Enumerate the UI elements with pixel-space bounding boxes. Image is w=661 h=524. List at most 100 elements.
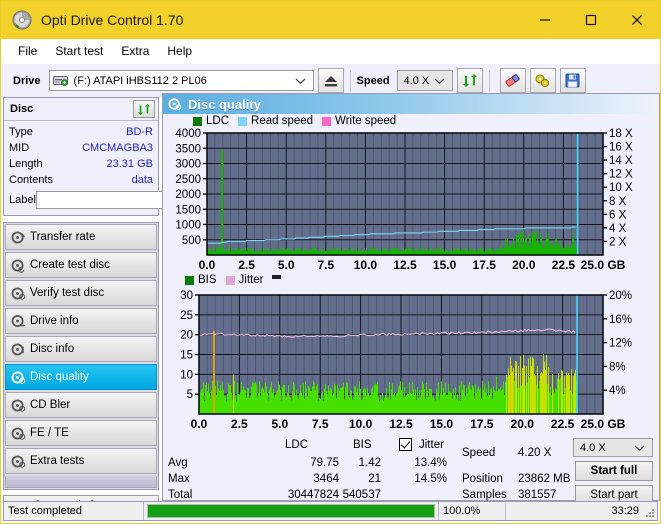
sidebar-item-label: Disc info bbox=[30, 343, 75, 355]
svg-text:17.5: 17.5 bbox=[473, 258, 497, 271]
legend-swatch-bis bbox=[185, 275, 194, 285]
sidebar-item-drive-info[interactable]: Drive info bbox=[5, 308, 157, 334]
svg-text:7.5: 7.5 bbox=[312, 417, 329, 431]
sidebar-item-label: CD Bler bbox=[30, 399, 71, 411]
drive-info-icon bbox=[6, 314, 30, 329]
sidebar-item-cd-bler[interactable]: CD Bler bbox=[5, 392, 157, 418]
sidebar-item-verify-test-disc[interactable]: Verify test disc bbox=[5, 280, 157, 306]
disc-row-length: Length 23.31 GB bbox=[9, 156, 153, 172]
sidebar-item-label: Create test disc bbox=[30, 259, 110, 271]
svg-text:20: 20 bbox=[180, 330, 193, 342]
title-bar: Opti Drive Control 1.70 bbox=[1, 1, 660, 39]
svg-text:2 X: 2 X bbox=[609, 236, 627, 248]
svg-text:4%: 4% bbox=[609, 385, 626, 397]
settings-button[interactable] bbox=[529, 68, 556, 93]
svg-text:15: 15 bbox=[180, 350, 193, 362]
bottom-chart: 5 10 15 20 25 30 4% 8% 12% 16% 20% 0.0 2.5 5.0 7.5 10.0… bbox=[163, 287, 659, 435]
stats-samples-label: Samples bbox=[462, 489, 507, 501]
save-button[interactable] bbox=[559, 68, 586, 93]
disc-info-icon bbox=[6, 342, 30, 357]
page-title: Disc quality bbox=[188, 96, 261, 112]
sidebar-item-create-test-disc[interactable]: Create test disc bbox=[5, 252, 157, 278]
maximize-button[interactable] bbox=[568, 1, 614, 39]
stats-max-ldc: 3464 bbox=[313, 473, 339, 485]
speed-select[interactable]: 4.0 X bbox=[396, 70, 453, 91]
disc-row-value: data bbox=[131, 174, 153, 186]
sidebar-item-transfer-rate[interactable]: Transfer rate bbox=[5, 224, 157, 250]
menu-help[interactable]: Help bbox=[158, 41, 201, 61]
svg-text:20.0: 20.0 bbox=[511, 417, 535, 431]
eject-button[interactable] bbox=[317, 68, 344, 93]
jitter-checkbox[interactable] bbox=[399, 438, 412, 454]
sidebar-item-label: Transfer rate bbox=[30, 231, 96, 243]
menu-start-test[interactable]: Start test bbox=[46, 41, 112, 61]
window-controls bbox=[522, 1, 660, 39]
svg-text:5.0: 5.0 bbox=[271, 417, 288, 431]
disc-row-key: Contents bbox=[9, 174, 54, 186]
drive-select[interactable]: (F:) ATAPI iHBS112 2 PL06 bbox=[48, 70, 314, 91]
sidebar-item-disc-info[interactable]: Disc info bbox=[5, 336, 157, 362]
legend-label-write-speed: Write speed bbox=[335, 115, 397, 127]
menu-extra[interactable]: Extra bbox=[112, 41, 158, 61]
fe-te-icon bbox=[6, 426, 30, 441]
svg-text:15.0: 15.0 bbox=[433, 258, 457, 271]
disc-info-box: Disc Type BD-R MID CMCMAGBA3 Length 23.3… bbox=[3, 97, 239, 216]
svg-text:14 X: 14 X bbox=[609, 155, 633, 167]
svg-text:10.0: 10.0 bbox=[349, 417, 373, 431]
minimize-button[interactable] bbox=[522, 1, 568, 39]
sidebar-item-fe-te[interactable]: FE / TE bbox=[5, 420, 157, 446]
svg-text:2.5: 2.5 bbox=[231, 417, 248, 431]
status-bar: Test completed 100.0% 33:29 bbox=[3, 501, 658, 521]
erase-button[interactable] bbox=[499, 68, 526, 93]
stats-col-bis: BIS bbox=[353, 439, 372, 451]
sidebar-item-label: Extra tests bbox=[30, 455, 85, 467]
elapsed-time: 33:29 bbox=[611, 505, 639, 517]
progress-percent: 100.0% bbox=[438, 502, 506, 520]
svg-text:4 X: 4 X bbox=[609, 223, 627, 235]
chevron-down-icon bbox=[434, 77, 450, 85]
svg-text:12%: 12% bbox=[609, 338, 632, 350]
svg-text:15.0: 15.0 bbox=[430, 417, 454, 431]
disc-transfer-icon bbox=[6, 230, 30, 245]
chevron-down-icon bbox=[634, 444, 650, 452]
svg-text:12 X: 12 X bbox=[609, 169, 633, 181]
sidebar-item-extra-tests[interactable]: Extra tests bbox=[5, 448, 157, 474]
svg-text:25.0 GB: 25.0 GB bbox=[581, 258, 626, 271]
drive-select-value: (F:) ATAPI iHBS112 2 PL06 bbox=[73, 74, 207, 87]
legend-label-read-speed: Read speed bbox=[251, 115, 314, 127]
svg-text:6 X: 6 X bbox=[609, 209, 627, 221]
disc-label-key: Label bbox=[9, 194, 36, 206]
progress-bar bbox=[147, 504, 435, 518]
extra-tests-icon bbox=[6, 454, 30, 469]
svg-text:3500: 3500 bbox=[175, 143, 201, 155]
close-button[interactable] bbox=[614, 1, 660, 39]
disc-row-type: Type BD-R bbox=[9, 124, 153, 140]
bottom-chart-svg: 5 10 15 20 25 30 4% 8% 12% 16% 20% 0.0 2.5 5.0 7.5 10.0… bbox=[180, 290, 632, 431]
test-speed-select[interactable]: 4.0 X bbox=[573, 438, 653, 457]
stats-row-total: Total bbox=[168, 489, 193, 501]
sidebar-item-disc-quality[interactable]: Disc quality bbox=[5, 364, 157, 390]
drive-device-icon bbox=[52, 74, 70, 87]
svg-text:25: 25 bbox=[180, 310, 193, 322]
disc-refresh-button[interactable] bbox=[133, 100, 155, 118]
top-chart-svg: 500 1000 1500 2000 2500 3000 3500 4000 2 X4 X 6 X… bbox=[175, 128, 633, 271]
svg-text:8 X: 8 X bbox=[609, 196, 627, 208]
stats-area: LDC BIS Jitter Avg 79.75 1.42 13.4% Max … bbox=[163, 435, 659, 510]
refresh-button[interactable] bbox=[456, 68, 483, 93]
svg-text:20%: 20% bbox=[609, 290, 632, 302]
start-full-button[interactable]: Start full bbox=[575, 461, 653, 481]
chevron-down-icon bbox=[295, 77, 311, 85]
disc-quality-panel: Disc quality LDC Read speed Write speed … bbox=[162, 93, 660, 505]
disc-row-value: CMCMAGBA3 bbox=[82, 142, 153, 154]
stats-row-max: Max bbox=[168, 473, 190, 485]
legend-label-ldc: LDC bbox=[206, 115, 230, 127]
disc-row-value: 23.31 GB bbox=[106, 158, 153, 170]
menu-bar: File Start test Extra Help bbox=[1, 39, 660, 63]
sidebar-item-label: Disc quality bbox=[30, 371, 89, 383]
resize-grip[interactable] bbox=[645, 508, 655, 518]
application-window: Opti Drive Control 1.70 File Start test … bbox=[0, 0, 661, 524]
stats-row-avg: Avg bbox=[168, 457, 188, 469]
stats-speed-value: 4.20 X bbox=[518, 447, 552, 459]
stats-position-value: 23862 MB bbox=[518, 473, 571, 485]
menu-file[interactable]: File bbox=[9, 41, 46, 61]
